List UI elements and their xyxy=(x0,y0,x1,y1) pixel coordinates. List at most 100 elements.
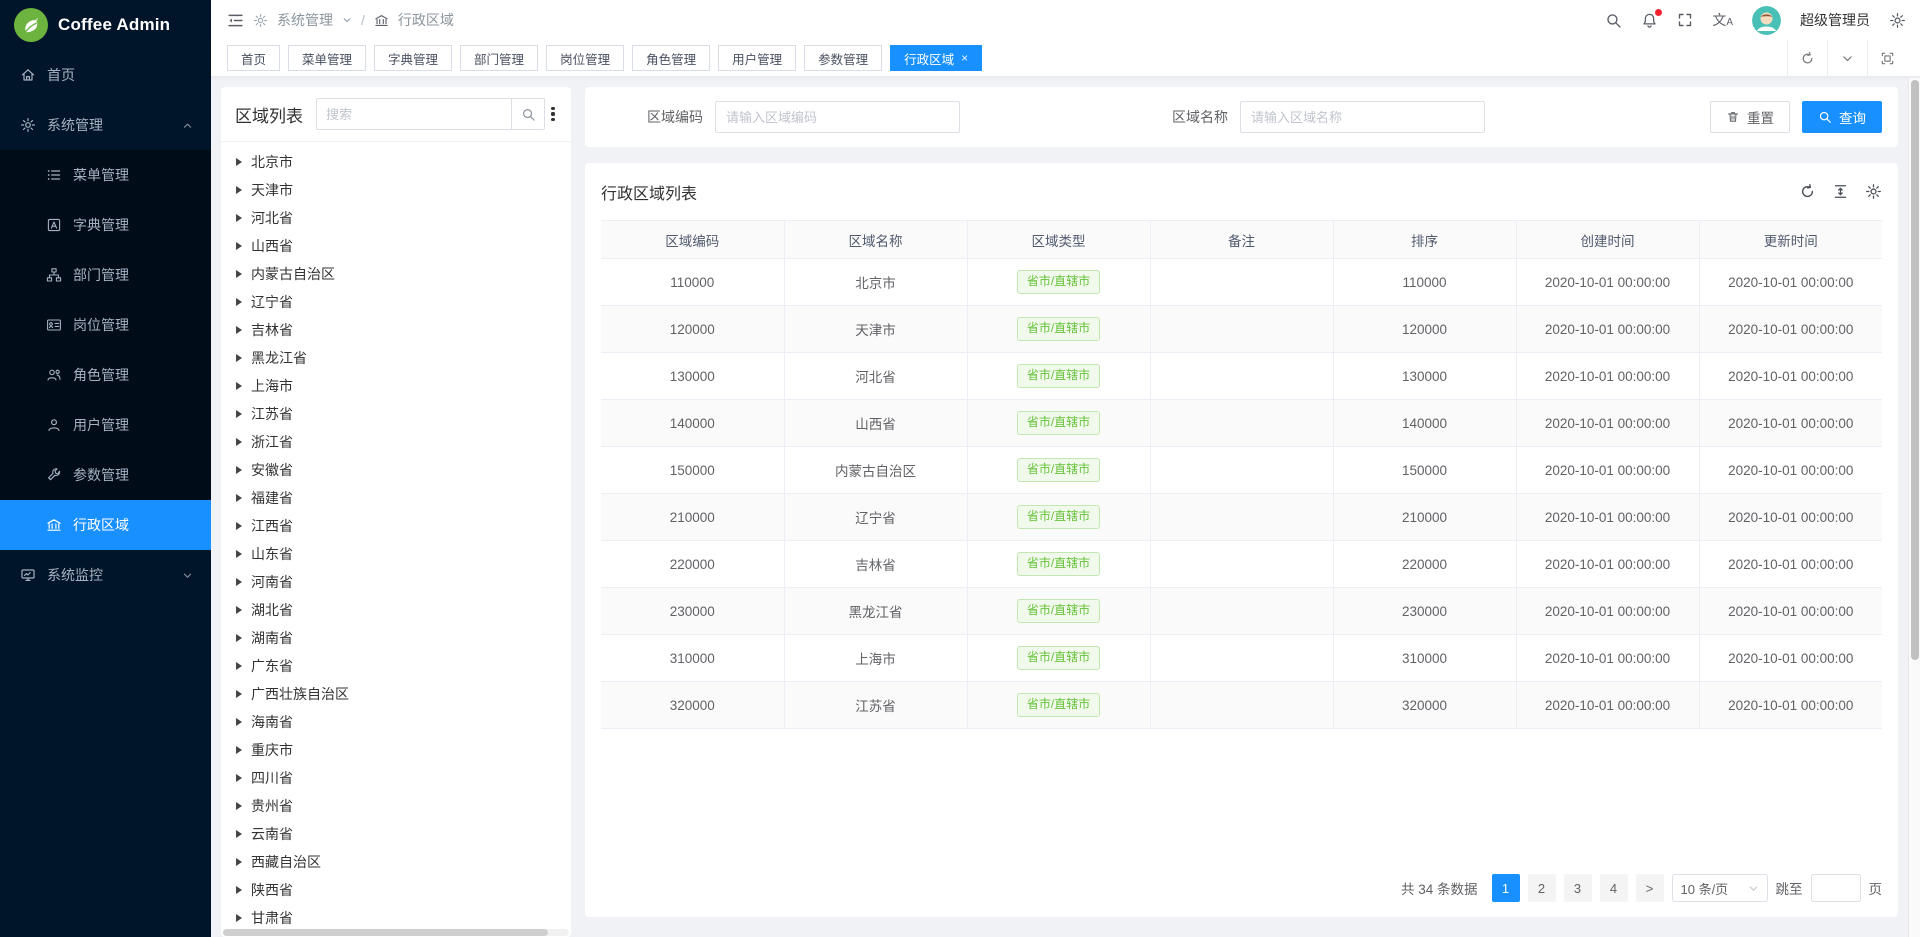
caret-right-icon[interactable] xyxy=(236,270,242,278)
sidebar-item-param[interactable]: 参数管理 xyxy=(0,450,211,500)
tree-item-6[interactable]: 吉林省 xyxy=(221,316,571,344)
search-icon[interactable] xyxy=(1605,12,1622,29)
tree-item-2[interactable]: 河北省 xyxy=(221,204,571,232)
tab-4[interactable]: 岗位管理 xyxy=(546,45,624,71)
tree-search-input[interactable] xyxy=(316,98,511,130)
breadcrumb-parent[interactable]: 系统管理 xyxy=(277,10,333,30)
caret-right-icon[interactable] xyxy=(236,466,242,474)
table-row[interactable]: 320000江苏省省市/直辖市3200002020-10-01 00:00:00… xyxy=(601,682,1882,729)
caret-right-icon[interactable] xyxy=(236,578,242,586)
tree-item-3[interactable]: 山西省 xyxy=(221,232,571,260)
menu-fold-icon[interactable] xyxy=(227,12,244,29)
tree-item-16[interactable]: 湖北省 xyxy=(221,596,571,624)
caret-right-icon[interactable] xyxy=(236,606,242,614)
tree-item-26[interactable]: 陕西省 xyxy=(221,876,571,904)
tree-item-12[interactable]: 福建省 xyxy=(221,484,571,512)
refresh-icon[interactable] xyxy=(1799,183,1816,200)
tab-8[interactable]: 行政区域× xyxy=(890,45,982,71)
tree-item-5[interactable]: 辽宁省 xyxy=(221,288,571,316)
page-button-2[interactable]: 2 xyxy=(1528,874,1556,902)
tree-item-10[interactable]: 浙江省 xyxy=(221,428,571,456)
region-code-input[interactable] xyxy=(715,101,960,133)
caret-right-icon[interactable] xyxy=(236,354,242,362)
caret-right-icon[interactable] xyxy=(236,494,242,502)
tree-item-8[interactable]: 上海市 xyxy=(221,372,571,400)
caret-right-icon[interactable] xyxy=(236,914,242,922)
sidebar-group-system[interactable]: 系统管理 xyxy=(0,100,211,150)
tree-item-24[interactable]: 云南省 xyxy=(221,820,571,848)
tree-item-11[interactable]: 安徽省 xyxy=(221,456,571,484)
sidebar-item-user[interactable]: 用户管理 xyxy=(0,400,211,450)
fullscreen-icon[interactable] xyxy=(1677,12,1693,28)
tree-item-23[interactable]: 贵州省 xyxy=(221,792,571,820)
tree-item-15[interactable]: 河南省 xyxy=(221,568,571,596)
tree-item-20[interactable]: 海南省 xyxy=(221,708,571,736)
caret-right-icon[interactable] xyxy=(236,410,242,418)
caret-right-icon[interactable] xyxy=(236,326,242,334)
dots-vertical-icon[interactable] xyxy=(545,103,561,126)
tree-search-button[interactable] xyxy=(511,98,545,130)
caret-right-icon[interactable] xyxy=(236,158,242,166)
caret-right-icon[interactable] xyxy=(236,774,242,782)
page-button-4[interactable]: 4 xyxy=(1600,874,1628,902)
table-row[interactable]: 150000内蒙古自治区省市/直辖市1500002020-10-01 00:00… xyxy=(601,447,1882,494)
username[interactable]: 超级管理员 xyxy=(1800,10,1870,30)
page-button-3[interactable]: 3 xyxy=(1564,874,1592,902)
caret-right-icon[interactable] xyxy=(236,802,242,810)
caret-right-icon[interactable] xyxy=(236,886,242,894)
tab-7[interactable]: 参数管理 xyxy=(804,45,882,71)
tree-item-19[interactable]: 广西壮族自治区 xyxy=(221,680,571,708)
settings-gear-icon[interactable] xyxy=(1889,12,1906,29)
table-row[interactable]: 210000辽宁省省市/直辖市2100002020-10-01 00:00:00… xyxy=(601,494,1882,541)
tree-horizontal-scrollbar[interactable] xyxy=(223,929,569,936)
caret-right-icon[interactable] xyxy=(236,858,242,866)
query-button[interactable]: 查询 xyxy=(1802,101,1882,133)
caret-right-icon[interactable] xyxy=(236,214,242,222)
tree-item-21[interactable]: 重庆市 xyxy=(221,736,571,764)
sidebar-item-region[interactable]: 行政区域 xyxy=(0,500,211,550)
tree-item-22[interactable]: 四川省 xyxy=(221,764,571,792)
table-row[interactable]: 110000北京市省市/直辖市1100002020-10-01 00:00:00… xyxy=(601,259,1882,306)
page-scrollbar[interactable] xyxy=(1908,78,1920,937)
caret-right-icon[interactable] xyxy=(236,438,242,446)
column-height-icon[interactable] xyxy=(1832,183,1849,200)
tab-2[interactable]: 字典管理 xyxy=(374,45,452,71)
caret-right-icon[interactable] xyxy=(236,662,242,670)
notification-bell-icon[interactable] xyxy=(1641,12,1658,29)
region-name-input[interactable] xyxy=(1240,101,1485,133)
translate-icon[interactable]: 文A xyxy=(1712,10,1733,30)
tree-item-4[interactable]: 内蒙古自治区 xyxy=(221,260,571,288)
sidebar-group-monitor[interactable]: 系统监控 xyxy=(0,550,211,600)
tree-item-1[interactable]: 天津市 xyxy=(221,176,571,204)
tree-item-7[interactable]: 黑龙江省 xyxy=(221,344,571,372)
app-logo[interactable]: Coffee Admin xyxy=(0,0,211,50)
table-row[interactable]: 220000吉林省省市/直辖市2200002020-10-01 00:00:00… xyxy=(601,541,1882,588)
caret-right-icon[interactable] xyxy=(236,718,242,726)
sidebar-item-post[interactable]: 岗位管理 xyxy=(0,300,211,350)
jump-page-input[interactable] xyxy=(1811,874,1861,902)
tab-1[interactable]: 菜单管理 xyxy=(288,45,366,71)
tree-item-25[interactable]: 西藏自治区 xyxy=(221,848,571,876)
tab-0[interactable]: 首页 xyxy=(227,45,280,71)
sidebar-item-dept[interactable]: 部门管理 xyxy=(0,250,211,300)
tab-3[interactable]: 部门管理 xyxy=(460,45,538,71)
tab-6[interactable]: 用户管理 xyxy=(718,45,796,71)
page-scrollbar-thumb[interactable] xyxy=(1911,80,1919,660)
caret-right-icon[interactable] xyxy=(236,550,242,558)
table-row[interactable]: 230000黑龙江省省市/直辖市2300002020-10-01 00:00:0… xyxy=(601,588,1882,635)
reset-button[interactable]: 重置 xyxy=(1710,101,1790,133)
close-icon[interactable]: × xyxy=(961,52,968,64)
refresh-icon[interactable] xyxy=(1787,40,1827,76)
tree-item-0[interactable]: 北京市 xyxy=(221,148,571,176)
sidebar-item-menu[interactable]: 菜单管理 xyxy=(0,150,211,200)
table-settings-gear-icon[interactable] xyxy=(1865,183,1882,200)
sidebar-item-home[interactable]: 首页 xyxy=(0,50,211,100)
page-button-1[interactable]: 1 xyxy=(1492,874,1520,902)
caret-right-icon[interactable] xyxy=(236,690,242,698)
caret-right-icon[interactable] xyxy=(236,242,242,250)
caret-right-icon[interactable] xyxy=(236,634,242,642)
table-row[interactable]: 140000山西省省市/直辖市1400002020-10-01 00:00:00… xyxy=(601,400,1882,447)
table-row[interactable]: 120000天津市省市/直辖市1200002020-10-01 00:00:00… xyxy=(601,306,1882,353)
avatar[interactable] xyxy=(1752,6,1781,35)
tree-item-18[interactable]: 广东省 xyxy=(221,652,571,680)
